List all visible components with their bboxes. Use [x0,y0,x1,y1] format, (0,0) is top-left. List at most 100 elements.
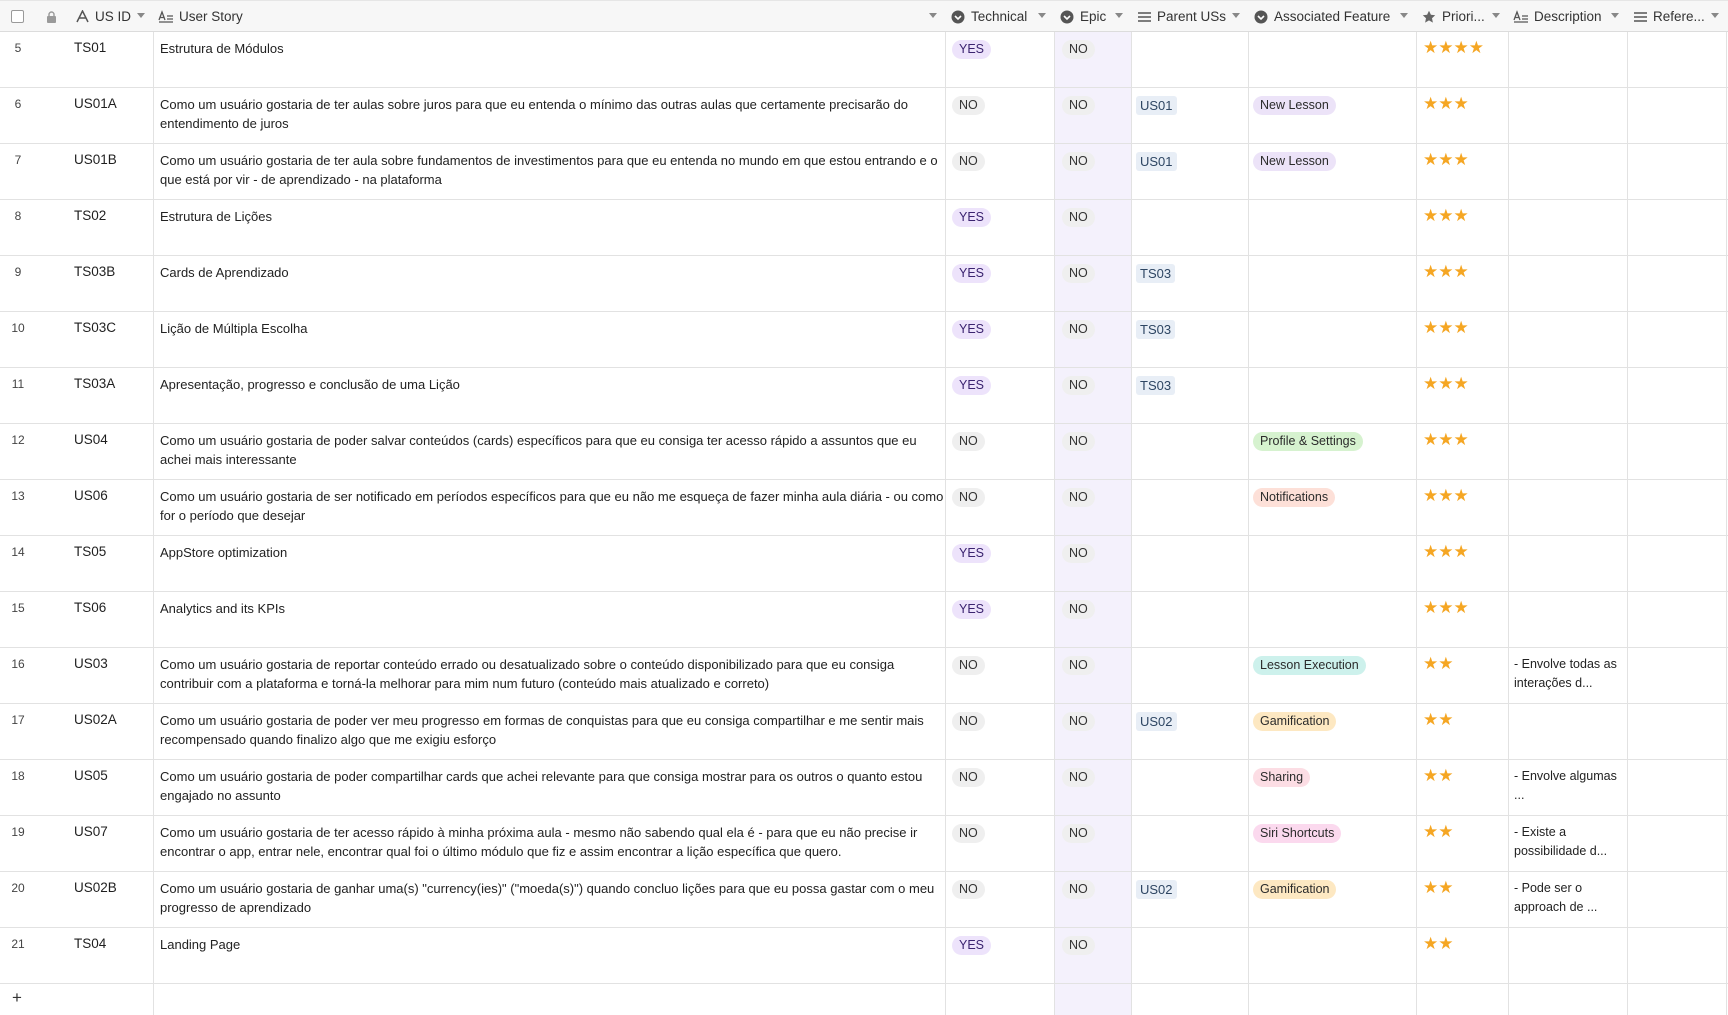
header-parent-uss[interactable]: Parent USs [1136,1,1248,32]
technical-cell[interactable]: YES [952,536,1052,592]
header-references[interactable]: Refere... [1632,1,1727,32]
table-row[interactable]: 16 US03 Como um usuário gostaria de report… [0,648,1728,704]
chevron-down-icon[interactable] [1115,13,1123,18]
priority-cell[interactable]: ★★ [1423,648,1505,704]
technical-cell[interactable]: YES [952,32,1052,88]
epic-cell[interactable]: NO [1062,928,1132,984]
table-row[interactable]: 5 TS01 Estrutura de Módulos YES NO ★★★★ [0,32,1728,88]
table-row[interactable]: 10 TS03C Lição de Múltipla Escolha YES NO TS0… [0,312,1728,368]
description-cell[interactable]: - Existe a possibilidade d... [1514,816,1626,872]
epic-cell[interactable]: NO [1062,368,1132,424]
priority-cell[interactable]: ★★★ [1423,592,1505,648]
epic-cell[interactable]: NO [1062,648,1132,704]
user-story-cell[interactable]: Estrutura de Lições [160,200,944,256]
header-epic[interactable]: Epic [1059,1,1131,32]
associated-feature-cell[interactable]: Gamification [1253,872,1413,928]
us-id-cell[interactable]: US05 [74,760,152,816]
technical-cell[interactable]: NO [952,88,1052,144]
us-id-cell[interactable]: TS03C [74,312,152,368]
user-story-cell[interactable]: Lição de Múltipla Escolha [160,312,944,368]
table-row[interactable]: 11 TS03A Apresentação, progresso e conclus… [0,368,1728,424]
associated-feature-cell[interactable] [1253,592,1413,648]
description-cell[interactable] [1514,368,1626,424]
priority-cell[interactable]: ★★★★ [1423,32,1505,88]
chevron-down-icon[interactable] [929,13,937,18]
associated-feature-cell[interactable] [1253,256,1413,312]
user-story-cell[interactable]: Como um usuário gostaria de poder compar… [160,760,944,816]
chevron-down-icon[interactable] [1400,13,1408,18]
description-cell[interactable] [1514,32,1626,88]
header-user-story[interactable]: User Story [158,1,945,32]
priority-cell[interactable]: ★★★ [1423,536,1505,592]
parent-uss-cell[interactable] [1136,480,1246,536]
parent-uss-cell[interactable] [1136,592,1246,648]
priority-cell[interactable]: ★★★ [1423,200,1505,256]
table-row[interactable]: 8 TS02 Estrutura de Lições YES NO ★★★ [0,200,1728,256]
table-row[interactable]: 6 US01A Como um usuário gostaria de ter au… [0,88,1728,144]
technical-cell[interactable]: NO [952,648,1052,704]
us-id-cell[interactable]: US06 [74,480,152,536]
associated-feature-cell[interactable]: Gamification [1253,704,1413,760]
associated-feature-cell[interactable]: Lesson Execution [1253,648,1413,704]
chevron-down-icon[interactable] [1711,13,1719,18]
user-story-cell[interactable]: Como um usuário gostaria de ter acesso r… [160,816,944,872]
technical-cell[interactable]: NO [952,704,1052,760]
epic-cell[interactable]: NO [1062,312,1132,368]
epic-cell[interactable]: NO [1062,200,1132,256]
associated-feature-cell[interactable] [1253,32,1413,88]
technical-cell[interactable]: NO [952,816,1052,872]
description-cell[interactable] [1514,536,1626,592]
us-id-cell[interactable]: US01A [74,88,152,144]
associated-feature-cell[interactable]: Profile & Settings [1253,424,1413,480]
priority-cell[interactable]: ★★★ [1423,480,1505,536]
technical-cell[interactable]: NO [952,872,1052,928]
chevron-down-icon[interactable] [1611,13,1619,18]
user-story-cell[interactable]: Como um usuário gostaria de ganhar uma(s… [160,872,944,928]
table-row[interactable]: 14 TS05 AppStore optimization YES NO ★★★ [0,536,1728,592]
us-id-cell[interactable]: US03 [74,648,152,704]
description-cell[interactable] [1514,424,1626,480]
associated-feature-cell[interactable] [1253,536,1413,592]
priority-cell[interactable]: ★★★ [1423,312,1505,368]
us-id-cell[interactable]: TS06 [74,592,152,648]
epic-cell[interactable]: NO [1062,88,1132,144]
technical-cell[interactable]: YES [952,928,1052,984]
user-story-cell[interactable]: Como um usuário gostaria de poder salvar… [160,424,944,480]
associated-feature-cell[interactable]: Siri Shortcuts [1253,816,1413,872]
epic-cell[interactable]: NO [1062,872,1132,928]
parent-uss-cell[interactable] [1136,424,1246,480]
chevron-down-icon[interactable] [137,13,145,18]
technical-cell[interactable]: YES [952,312,1052,368]
user-story-cell[interactable]: Como um usuário gostaria de ser notifica… [160,480,944,536]
chevron-down-icon[interactable] [1492,13,1500,18]
table-row[interactable]: 20 US02B Como um usuário gostaria de ganha… [0,872,1728,928]
associated-feature-cell[interactable]: New Lesson [1253,88,1413,144]
technical-cell[interactable]: NO [952,424,1052,480]
technical-cell[interactable]: NO [952,144,1052,200]
description-cell[interactable] [1514,312,1626,368]
priority-cell[interactable]: ★★★ [1423,424,1505,480]
parent-us-link[interactable]: US01 [1136,96,1177,115]
epic-cell[interactable]: NO [1062,256,1132,312]
table-row[interactable]: 19 US07 Como um usuário gostaria de ter ac… [0,816,1728,872]
parent-uss-cell[interactable]: US01 [1136,88,1246,144]
priority-cell[interactable]: ★★ [1423,760,1505,816]
priority-cell[interactable]: ★★★ [1423,256,1505,312]
priority-cell[interactable]: ★★ [1423,704,1505,760]
associated-feature-cell[interactable] [1253,200,1413,256]
priority-cell[interactable]: ★★★ [1423,144,1505,200]
parent-us-link[interactable]: TS03 [1136,376,1176,395]
user-story-cell[interactable]: Landing Page [160,928,944,984]
parent-uss-cell[interactable] [1136,648,1246,704]
user-story-cell[interactable]: Como um usuário gostaria de reportar con… [160,648,944,704]
technical-cell[interactable]: NO [952,480,1052,536]
us-id-cell[interactable]: US07 [74,816,152,872]
parent-uss-cell[interactable]: TS03 [1136,256,1246,312]
priority-cell[interactable]: ★★ [1423,872,1505,928]
description-cell[interactable] [1514,480,1626,536]
table-row[interactable]: 7 US01B Como um usuário gostaria de ter au… [0,144,1728,200]
header-description[interactable]: Description [1513,1,1627,32]
table-row[interactable]: 9 TS03B Cards de Aprendizado YES NO TS03 ★★★ [0,256,1728,312]
user-story-cell[interactable]: Como um usuário gostaria de ter aulas so… [160,88,944,144]
table-row[interactable]: 17 US02A Como um usuário gostaria de poder… [0,704,1728,760]
